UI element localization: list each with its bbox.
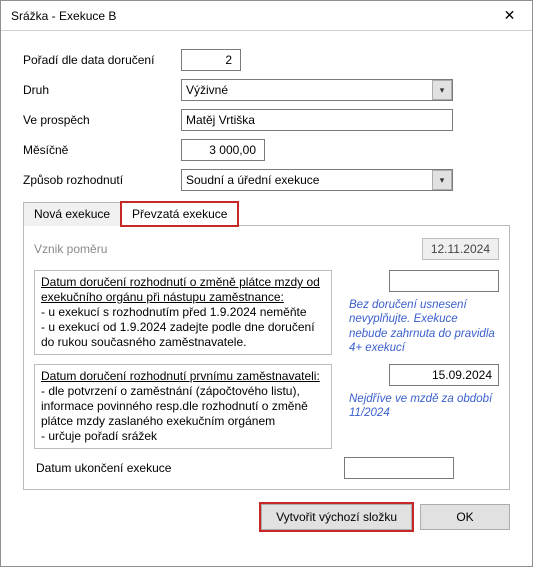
zpusob-value[interactable] [181, 169, 453, 191]
vznik-label: Vznik poměru [34, 242, 107, 256]
prospech-label: Ve prospěch [23, 113, 181, 127]
box2-line2: - určuje pořadí srážek [41, 429, 157, 443]
zpusob-label: Způsob rozhodnutí [23, 173, 181, 187]
box2-note: Nejdříve ve mzdě za období 11/2024 [349, 392, 499, 421]
poradi-input[interactable] [181, 49, 241, 71]
content: Pořadí dle data doručení Druh ▾ Ve prosp… [1, 31, 532, 490]
ukonceni-input[interactable] [344, 457, 454, 479]
box2-title: Datum doručení rozhodnutí prvnímu zaměst… [41, 369, 320, 383]
box1-line2: - u exekucí od 1.9.2024 zadejte podle dn… [41, 320, 315, 349]
chevron-down-icon[interactable]: ▾ [432, 80, 452, 100]
prospech-input[interactable] [181, 109, 453, 131]
window-title: Srážka - Exekuce B [11, 9, 116, 23]
druh-select[interactable]: ▾ [181, 79, 453, 101]
poradi-label: Pořadí dle data doručení [23, 53, 181, 67]
close-icon: ✕ [504, 7, 516, 24]
mesicne-input[interactable] [181, 139, 265, 161]
box1-line1: - u exekucí s rozhodnutím před 1.9.2024 … [41, 305, 307, 319]
ukonceni-label: Datum ukončení exekuce [34, 461, 332, 475]
box2-desc: Datum doručení rozhodnutí prvnímu zaměst… [34, 364, 332, 449]
tab-prevzata-exekuce[interactable]: Převzatá exekuce [121, 202, 238, 226]
tab-page-prevzata: Vznik poměru 12.11.2024 Datum doručení r… [23, 225, 510, 490]
chevron-down-icon[interactable]: ▾ [432, 170, 452, 190]
tab-nova-exekuce[interactable]: Nová exekuce [23, 202, 121, 226]
footer: Vytvořit výchozí složku OK [1, 490, 532, 544]
vznik-date: 12.11.2024 [422, 238, 499, 260]
box1-desc: Datum doručení rozhodnutí o změně plátce… [34, 270, 332, 355]
mesicne-label: Měsíčně [23, 143, 181, 157]
vytvorit-button[interactable]: Vytvořit výchozí složku [261, 504, 412, 530]
druh-label: Druh [23, 83, 181, 97]
druh-value[interactable] [181, 79, 453, 101]
box1-date-input[interactable] [389, 270, 499, 292]
titlebar: Srážka - Exekuce B ✕ [1, 1, 532, 31]
ok-button[interactable]: OK [420, 504, 510, 530]
box2-date-input[interactable] [389, 364, 499, 386]
zpusob-select[interactable]: ▾ [181, 169, 453, 191]
box1-title: Datum doručení rozhodnutí o změně plátce… [41, 275, 320, 304]
box2-line1: - dle potvrzení o zaměstnání (zápočtovéh… [41, 384, 308, 428]
close-button[interactable]: ✕ [487, 1, 532, 30]
box1-note: Bez doručení usnesení nevyplňujte. Exeku… [349, 298, 499, 356]
tabs: Nová exekuce Převzatá exekuce Vznik pomě… [23, 201, 510, 490]
